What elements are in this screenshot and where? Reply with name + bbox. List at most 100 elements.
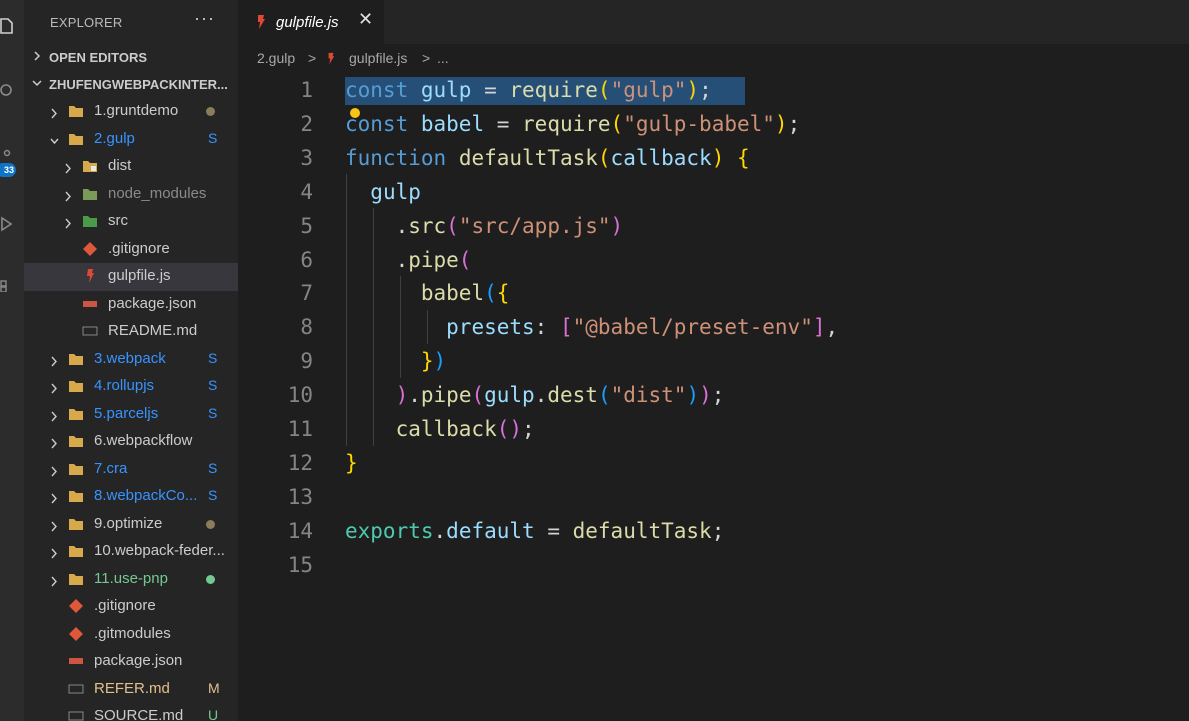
tree-item[interactable]: dist [24, 153, 238, 181]
activity-bar: 33 [0, 0, 24, 721]
tree-item-label: 11.use-pnp [94, 569, 168, 587]
code-token: gulp [420, 78, 472, 102]
code-line[interactable]: const babel = require("gulp-babel"); [345, 107, 800, 141]
code-token: ( [597, 145, 611, 170]
code-token: } [420, 349, 434, 374]
code-token: } [345, 450, 358, 475]
tree-item[interactable]: README.md [24, 318, 238, 346]
code-line[interactable]: const gulp = require("gulp"); [345, 73, 712, 107]
tree-item[interactable]: gulpfile.js [24, 263, 238, 291]
run-icon[interactable] [0, 216, 14, 232]
source-control-icon[interactable] [0, 148, 14, 164]
line-number: 10 [287, 383, 313, 408]
line-number: 12 [287, 450, 313, 475]
code-line[interactable]: } [345, 446, 358, 480]
code-token: ( [496, 417, 510, 441]
git-status-badge: S [208, 404, 218, 421]
tree-item[interactable]: 9.optimize [24, 511, 238, 539]
code-line[interactable]: }) [345, 344, 446, 378]
markdown-file-icon [82, 324, 98, 338]
search-icon[interactable] [0, 83, 14, 99]
tree-item[interactable]: 1.gruntdemo [24, 98, 238, 126]
files-icon[interactable] [0, 18, 14, 34]
code-editor[interactable]: 1 const gulp = require("gulp"); 2 const bab… [238, 72, 1189, 721]
chevron-right-icon [50, 381, 59, 394]
tree-item[interactable]: .gitmodules [24, 621, 238, 649]
line-number: 15 [287, 552, 313, 577]
close-tab-icon[interactable]: ✕ [358, 9, 373, 30]
tab-label: gulpfile.js [276, 14, 339, 31]
breadcrumb-symbol[interactable]: ... [437, 50, 449, 66]
code-line[interactable]: gulp [345, 175, 421, 209]
more-actions-button[interactable]: ··· [194, 8, 215, 29]
tree-item-label: 7.cra [94, 459, 128, 477]
extensions-icon[interactable] [0, 276, 14, 292]
code-line[interactable]: presets: ["@babel/preset-env"], [345, 310, 838, 344]
tree-item[interactable]: 5.parceljs S [24, 401, 238, 429]
tree-item[interactable]: .gitignore [24, 236, 238, 264]
tree-item[interactable]: .gitignore [24, 593, 238, 621]
tab-gulpfile[interactable]: gulpfile.js ✕ [238, 0, 384, 44]
code-token: callback [395, 417, 497, 441]
chevron-right-icon [50, 464, 59, 476]
git-status-badge: S [208, 129, 218, 146]
line-number: 6 [300, 247, 313, 272]
open-editors-section[interactable]: OPEN EDITORS [24, 44, 238, 71]
git-file-icon [68, 626, 84, 641]
git-status-badge: M [208, 679, 220, 696]
tree-item[interactable]: 2.gulp S [24, 126, 238, 154]
tree-item-label: REFER.md [94, 679, 170, 697]
code-line[interactable]: exports.default = defaultTask; [345, 514, 724, 548]
line-number: 9 [300, 349, 313, 374]
git-status-badge: S [208, 487, 218, 503]
chevron-down-icon [32, 80, 42, 87]
js-file-icon [328, 52, 335, 65]
tree-item-label: gulpfile.js [108, 267, 171, 284]
code-token: require [509, 78, 598, 102]
tree-item[interactable]: 10.webpack-feder... [24, 538, 238, 566]
tree-item[interactable]: 4.rollupjs S [24, 373, 238, 401]
chevron-right-icon [50, 491, 59, 504]
tree-item[interactable]: REFER.md M [24, 676, 238, 704]
code-line[interactable]: .pipe( [345, 243, 472, 277]
code-token: "src/app.js" [458, 213, 611, 238]
tree-item[interactable]: 8.webpackCo... S [24, 483, 238, 511]
code-line[interactable]: ).pipe(gulp.dest("dist")); [345, 378, 725, 412]
line-number: 5 [300, 213, 313, 238]
line-number: 8 [300, 315, 313, 340]
code-line[interactable]: function defaultTask(callback) { [345, 141, 750, 175]
code-token: [ [559, 315, 573, 340]
folder-icon [68, 462, 84, 476]
tree-item[interactable]: 11.use-pnp [24, 566, 238, 594]
code-line[interactable]: babel({ [345, 276, 510, 310]
tree-item[interactable]: node_modules [24, 181, 238, 209]
code-token: ) [699, 383, 712, 408]
tree-item-label: 4.rollupjs [94, 377, 155, 394]
tree-item[interactable]: 3.webpack S [24, 346, 238, 374]
folder-icon [82, 159, 98, 173]
code-line[interactable]: .src("src/app.js") [345, 209, 624, 243]
tree-item[interactable]: package.json [24, 648, 238, 676]
tree-item[interactable]: src [24, 208, 238, 236]
tree-item[interactable]: 7.cra S [24, 456, 238, 484]
code-line[interactable]: callback(); [345, 412, 535, 446]
git-status-badge: S [208, 377, 218, 393]
chevron-right-icon [64, 189, 73, 201]
tree-item[interactable]: package.json [24, 291, 238, 319]
workspace-section[interactable]: ZHUFENGWEBPACKINTER... [24, 71, 238, 98]
breadcrumb-folder[interactable]: 2.gulp [257, 50, 295, 66]
tree-item[interactable]: 6.webpackflow [24, 428, 238, 456]
line-number: 1 [300, 78, 313, 102]
breadcrumb-file[interactable]: gulpfile.js [349, 50, 407, 66]
code-token: require [522, 111, 611, 136]
chevron-right-icon [50, 409, 59, 421]
tree-item[interactable]: SOURCE.md U [24, 703, 238, 721]
code-token: pipe [420, 383, 472, 408]
